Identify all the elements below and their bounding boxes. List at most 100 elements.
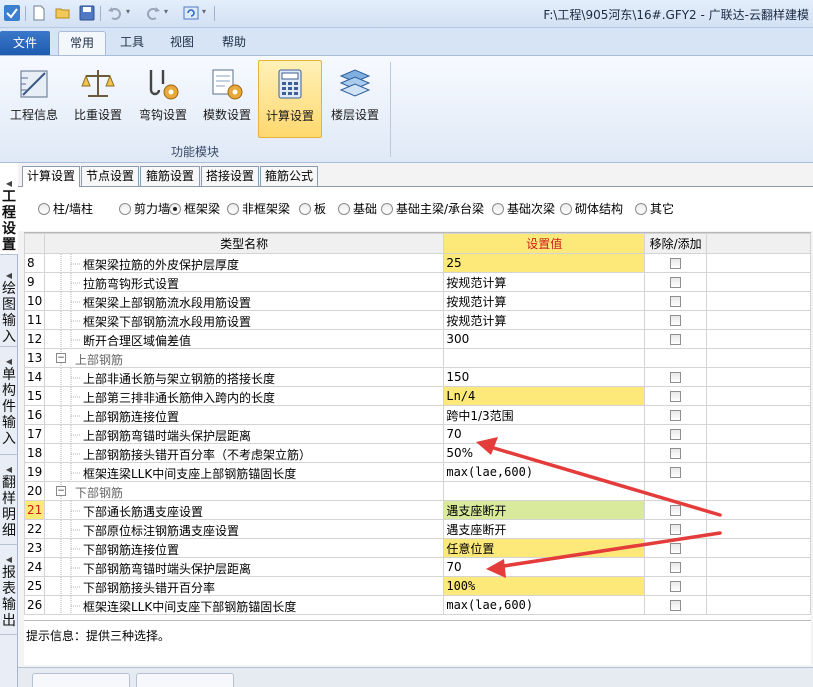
group-row[interactable]: 20− 下部钢筋 xyxy=(24,481,811,501)
remove-add-checkbox[interactable] xyxy=(670,505,682,516)
undo-dropdown-icon[interactable]: ▾ xyxy=(126,7,130,16)
radio-shear-wall[interactable]: 剪力墙 xyxy=(119,201,170,217)
project-info-button[interactable]: 工程信息 xyxy=(4,60,64,138)
component-type-radio-group: 柱/墙柱 剪力墙 框架梁 非框架梁 板 基础 基础主梁/承台梁 基础次梁 砌体结… xyxy=(18,187,813,231)
tab-help[interactable]: 帮助 xyxy=(212,31,256,55)
table-row[interactable]: 18 上部钢筋接头错开百分率（不考虑架立筋） 50% xyxy=(24,443,811,463)
setting-value-cell[interactable]: 遇支座断开 xyxy=(443,519,646,539)
setting-value-cell[interactable]: 70 xyxy=(443,424,646,444)
table-row[interactable]: 16 上部钢筋连接位置 跨中1/3范围 xyxy=(24,405,811,425)
group-row[interactable]: 13− 上部钢筋 xyxy=(24,348,811,368)
remove-add-checkbox[interactable] xyxy=(670,448,682,459)
tab-calc-settings[interactable]: 计算设置 xyxy=(22,166,80,188)
vtab-report-output[interactable]: ◀ 报表输出 xyxy=(0,545,18,635)
setting-value-cell[interactable]: 任意位置 xyxy=(443,538,646,558)
remove-add-checkbox[interactable] xyxy=(670,334,682,345)
vtab-drawing-input[interactable]: ◀ 绘图输入 xyxy=(0,255,18,347)
table-row[interactable]: 10 框架梁上部钢筋流水段用筋设置 按规范计算 xyxy=(24,291,811,311)
floor-settings-button[interactable]: 楼层设置 xyxy=(324,60,386,138)
refresh-icon[interactable] xyxy=(183,5,199,21)
tab-tools[interactable]: 工具 xyxy=(110,31,154,55)
remove-add-checkbox[interactable] xyxy=(670,410,682,421)
table-row[interactable]: 22 下部原位标注钢筋遇支座设置 遇支座断开 xyxy=(24,519,811,539)
remove-add-checkbox[interactable] xyxy=(670,315,682,326)
vtab-project-settings[interactable]: ◀ 工程设置 xyxy=(0,163,18,255)
setting-value-cell[interactable]: 300 xyxy=(443,329,646,349)
radio-non-frame-beam-label: 非框架梁 xyxy=(242,202,291,216)
remove-add-checkbox[interactable] xyxy=(670,524,682,535)
setting-value-cell[interactable]: 50% xyxy=(443,443,646,463)
table-row[interactable]: 23 下部钢筋连接位置 任意位置 xyxy=(24,538,811,558)
remove-add-checkbox[interactable] xyxy=(670,429,682,440)
remove-add-checkbox[interactable] xyxy=(670,562,682,573)
remove-add-checkbox[interactable] xyxy=(670,258,682,269)
remove-add-checkbox[interactable] xyxy=(670,372,682,383)
radio-foundation[interactable]: 基础 xyxy=(338,201,377,217)
hook-settings-button[interactable]: 弯钩设置 xyxy=(132,60,194,138)
remove-add-checkbox[interactable] xyxy=(670,600,682,611)
table-row[interactable]: 9 拉筋弯钩形式设置 按规范计算 xyxy=(24,272,811,292)
setting-value-cell[interactable]: 遇支座断开 xyxy=(443,500,646,520)
radio-non-frame-beam[interactable]: 非框架梁 xyxy=(227,201,290,217)
table-row[interactable]: 26 框架连梁LLK中间支座下部钢筋锚固长度 max(lae,600) xyxy=(24,595,811,615)
collapse-toggle-icon[interactable]: − xyxy=(55,353,66,363)
remove-add-checkbox[interactable] xyxy=(670,543,682,554)
radio-masonry[interactable]: 砌体结构 xyxy=(560,201,623,217)
app-logo-icon[interactable] xyxy=(3,4,21,22)
radio-foundation-secondary-beam[interactable]: 基础次梁 xyxy=(492,201,555,217)
bottom-tab-button[interactable] xyxy=(136,673,234,687)
tab-common[interactable]: 常用 xyxy=(58,31,106,55)
setting-value-cell[interactable]: max(lae,600) xyxy=(443,462,646,482)
setting-value-cell[interactable]: 按规范计算 xyxy=(443,291,646,311)
radio-frame-beam[interactable]: 框架梁 xyxy=(169,201,220,217)
remove-add-checkbox[interactable] xyxy=(670,296,682,307)
radio-column[interactable]: 柱/墙柱 xyxy=(38,201,93,217)
remove-add-checkbox[interactable] xyxy=(670,581,682,592)
remove-add-checkbox[interactable] xyxy=(670,277,682,288)
radio-foundation-main-beam[interactable]: 基础主梁/承台梁 xyxy=(381,201,484,217)
open-folder-icon[interactable] xyxy=(55,5,71,21)
table-row[interactable]: 14 上部非通长筋与架立钢筋的搭接长度 150 xyxy=(24,367,811,387)
setting-value-cell[interactable]: 70 xyxy=(443,557,646,577)
setting-value-cell[interactable]: 按规范计算 xyxy=(443,272,646,292)
table-row[interactable]: 19 框架连梁LLK中间支座上部钢筋锚固长度 max(lae,600) xyxy=(24,462,811,482)
undo-icon[interactable] xyxy=(107,5,123,21)
table-row[interactable]: 11 框架梁下部钢筋流水段用筋设置 按规范计算 xyxy=(24,310,811,330)
tab-stirrup-formula[interactable]: 箍筋公式 xyxy=(260,166,318,187)
setting-value-cell[interactable]: 25 xyxy=(443,253,646,273)
radio-other[interactable]: 其它 xyxy=(635,201,674,217)
radio-slab[interactable]: 板 xyxy=(299,201,326,217)
collapse-toggle-icon[interactable]: − xyxy=(55,486,66,496)
tab-lap-settings[interactable]: 搭接设置 xyxy=(201,166,259,187)
redo-dropdown-icon[interactable]: ▾ xyxy=(164,7,168,16)
save-icon[interactable] xyxy=(79,5,95,21)
calc-settings-button[interactable]: 计算设置 xyxy=(258,60,322,138)
module-settings-button[interactable]: 模数设置 xyxy=(196,60,258,138)
setting-value-cell[interactable]: Ln/4 xyxy=(443,386,646,406)
remove-add-checkbox[interactable] xyxy=(670,391,682,402)
table-row[interactable]: 21 下部通长筋遇支座设置 遇支座断开 xyxy=(24,500,811,520)
table-row[interactable]: 15 上部第三排非通长筋伸入跨内的长度 Ln/4 xyxy=(24,386,811,406)
tab-stirrup-settings[interactable]: 箍筋设置 xyxy=(140,166,200,187)
file-menu-button[interactable]: 文件 xyxy=(0,31,50,55)
table-row[interactable]: 8 框架梁拉筋的外皮保护层厚度 25 xyxy=(24,253,811,273)
tab-view[interactable]: 视图 xyxy=(160,31,204,55)
setting-value-cell[interactable]: 跨中1/3范围 xyxy=(443,405,646,425)
redo-icon[interactable] xyxy=(145,5,161,21)
setting-value-cell[interactable]: 100% xyxy=(443,576,646,596)
table-row[interactable]: 25 下部钢筋接头错开百分率 100% xyxy=(24,576,811,596)
vtab-detail-list[interactable]: ◀ 翻样明细 xyxy=(0,455,18,545)
weight-settings-button[interactable]: 比重设置 xyxy=(68,60,128,138)
setting-value-cell[interactable]: max(lae,600) xyxy=(443,595,646,615)
setting-value-cell[interactable]: 按规范计算 xyxy=(443,310,646,330)
tab-node-settings[interactable]: 节点设置 xyxy=(81,166,139,187)
customize-dropdown-icon[interactable]: ▾ xyxy=(202,7,206,16)
setting-value-cell[interactable]: 150 xyxy=(443,367,646,387)
remove-add-checkbox[interactable] xyxy=(670,467,682,478)
new-file-icon[interactable] xyxy=(31,5,47,21)
table-row[interactable]: 24 下部钢筋弯锚时端头保护层距离 70 xyxy=(24,557,811,577)
vtab-single-component-input[interactable]: ◀ 单构件输入 xyxy=(0,347,18,455)
table-row[interactable]: 17 上部钢筋弯锚时端头保护层距离 70 xyxy=(24,424,811,444)
table-row[interactable]: 12 断开合理区域偏差值 300 xyxy=(24,329,811,349)
bottom-tab-button[interactable] xyxy=(32,673,130,687)
